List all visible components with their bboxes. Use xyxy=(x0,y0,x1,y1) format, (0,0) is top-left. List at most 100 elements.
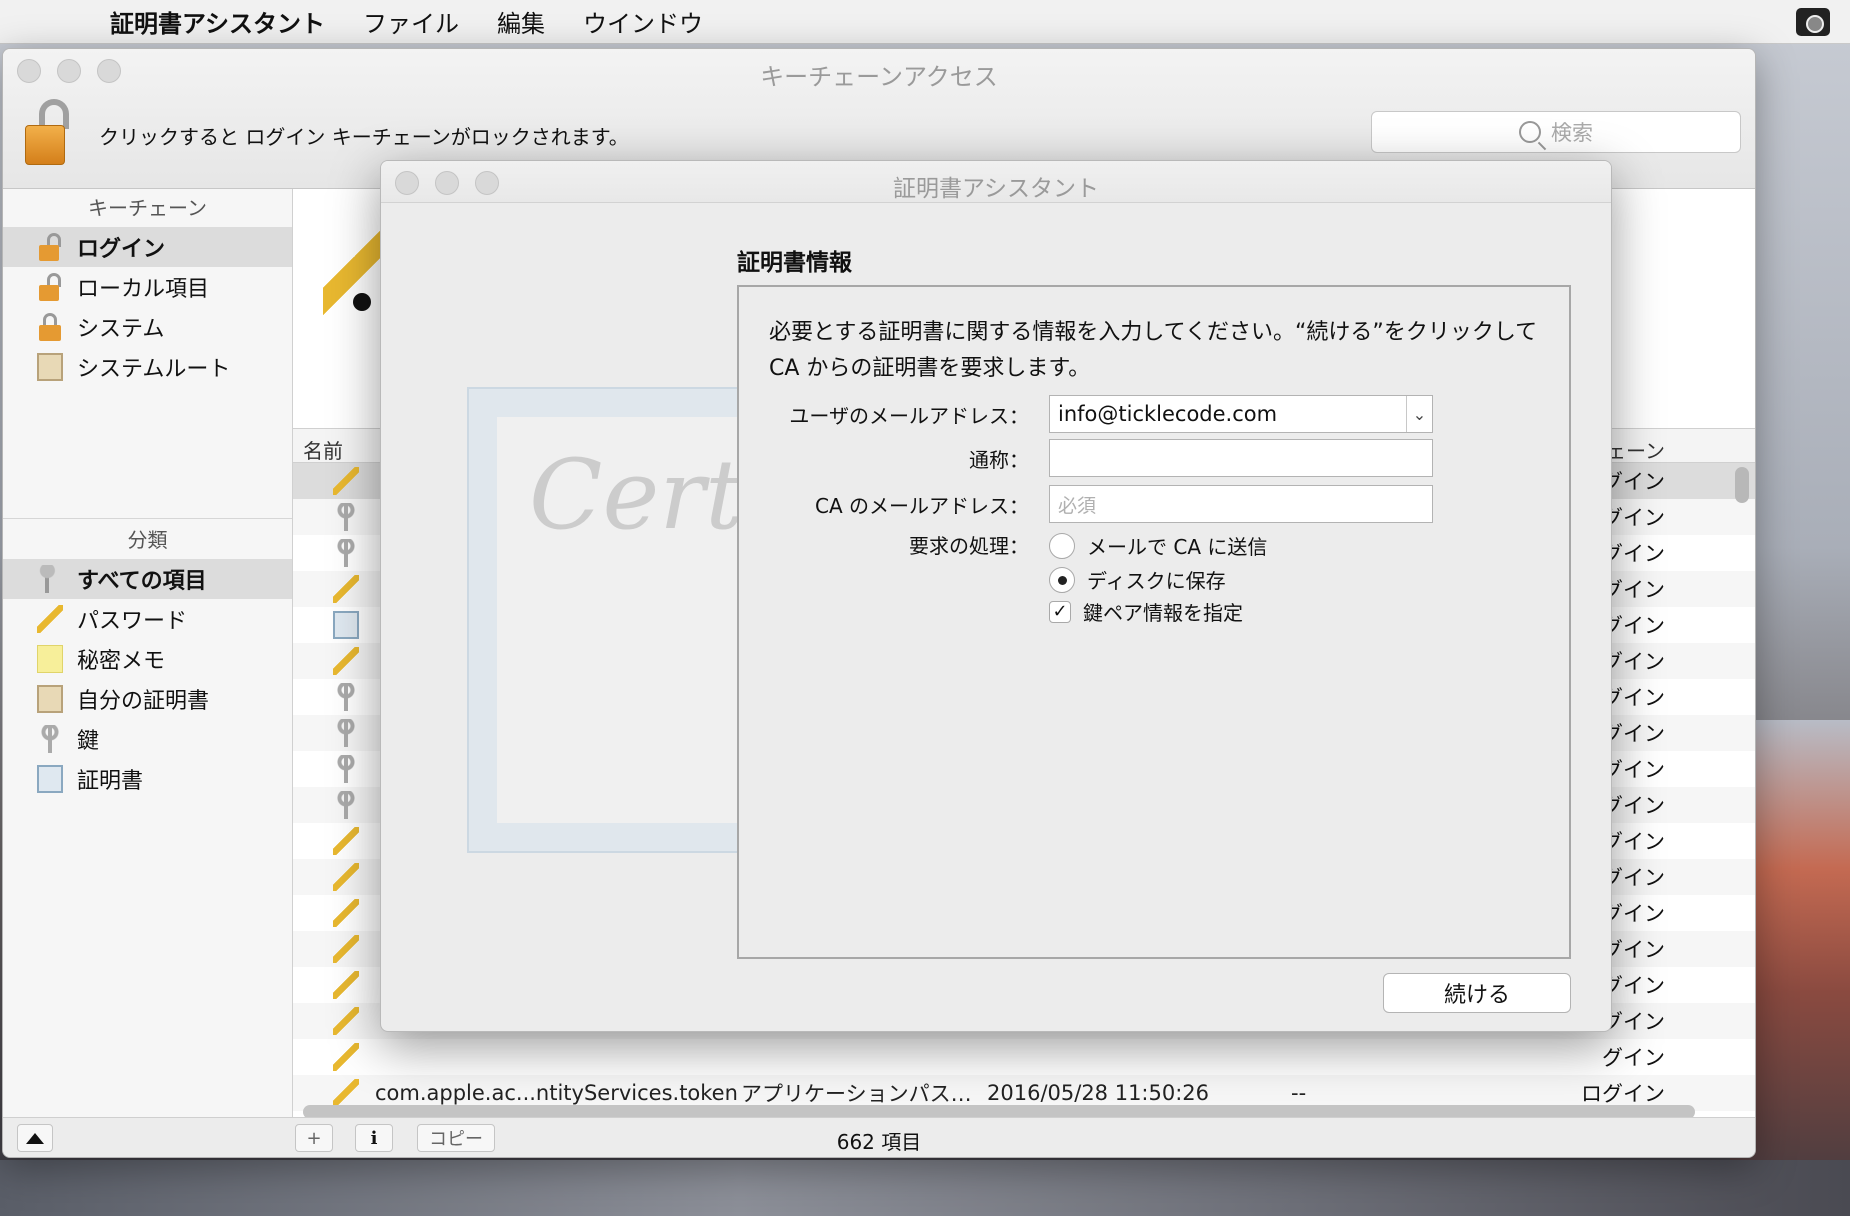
column-name[interactable]: 名前 xyxy=(303,435,343,464)
certificate-icon xyxy=(37,765,63,793)
row-name: com.apple.ac...ntityServices.token xyxy=(375,1081,738,1105)
continue-label: 続ける xyxy=(1443,983,1510,1008)
pencil-icon xyxy=(333,899,359,927)
menu-bar: 証明書アシスタント ファイル 編集 ウインドウ xyxy=(0,0,1850,44)
request-label: 要求の処理： xyxy=(909,533,1029,558)
row-keychain: ログイン xyxy=(1581,1082,1665,1106)
keys-icon xyxy=(37,565,63,593)
continue-button[interactable]: 続ける xyxy=(1383,973,1571,1013)
radio-button-selected[interactable] xyxy=(1049,566,1075,593)
dialog-titlebar: 証明書アシスタント xyxy=(381,161,1611,203)
pencil-icon xyxy=(333,863,359,891)
sidebar-item-login[interactable]: ログイン xyxy=(3,227,292,267)
email-row: ユーザのメールアドレス： info@ticklecode.com ⌄ xyxy=(739,395,1569,433)
radio-email-label: メールで CA に送信 xyxy=(1087,535,1268,559)
row-date: 2016/05/28 11:50:26 xyxy=(987,1081,1210,1105)
apple-menu-icon[interactable] xyxy=(40,4,76,40)
certificate-folder-icon xyxy=(37,353,63,381)
sidebar-item-all-items[interactable]: すべての項目 xyxy=(3,559,292,599)
key-icon xyxy=(333,503,359,531)
instructions-text: 必要とする証明書に関する情報を入力してください。“続ける”をクリックして CA … xyxy=(769,320,1538,381)
note-icon xyxy=(37,645,63,673)
key-icon xyxy=(333,539,359,567)
pencil-icon xyxy=(333,575,359,603)
sidebar-item-label: 秘密メモ xyxy=(77,649,166,674)
lock-open-icon xyxy=(37,233,63,261)
common-name-label: 通称： xyxy=(969,447,1029,472)
key-icon xyxy=(333,791,359,819)
common-name-field[interactable] xyxy=(1049,439,1433,477)
keychains-header: キーチェーン xyxy=(88,196,207,220)
menu-edit[interactable]: 編集 xyxy=(497,4,545,39)
my-certificate-icon xyxy=(37,685,63,713)
menu-app-name[interactable]: 証明書アシスタント xyxy=(110,4,325,39)
search-icon xyxy=(1519,121,1541,143)
sidebar-item-label: ログイン xyxy=(77,237,166,262)
sidebar-item-keys[interactable]: 鍵 xyxy=(3,719,292,759)
dialog-heading: 証明書情報 xyxy=(737,250,852,276)
vertical-scrollbar[interactable] xyxy=(1735,467,1749,503)
email-label: ユーザのメールアドレス： xyxy=(789,403,1029,428)
item-count: 662 項目 xyxy=(836,1130,922,1154)
certificate-icon xyxy=(333,611,359,639)
table-row[interactable]: グイン xyxy=(293,1039,1755,1075)
sidebar-item-secure-notes[interactable]: 秘密メモ xyxy=(3,639,292,679)
sidebar-item-certificates[interactable]: 証明書 xyxy=(3,759,292,799)
menu-window[interactable]: ウインドウ xyxy=(583,4,703,39)
radio-disk-label: ディスクに保存 xyxy=(1087,569,1226,593)
radio-button[interactable] xyxy=(1049,532,1075,559)
pencil-icon xyxy=(333,935,359,963)
sidebar-item-system-roots[interactable]: システムルート xyxy=(3,347,292,387)
pencil-badge-icon xyxy=(353,293,371,311)
pencil-icon xyxy=(333,467,359,495)
row-kind: アプリケーションパス… xyxy=(741,1082,972,1106)
ca-email-label: CA のメールアドレス： xyxy=(814,493,1029,518)
sidebar-item-passwords[interactable]: パスワード xyxy=(3,599,292,639)
radio-email-to-ca[interactable]: メールで CA に送信 xyxy=(1049,531,1267,560)
sidebar: キーチェーン ログイン ローカル項目 システム システムルート 分類 すべての項… xyxy=(3,189,293,1119)
row-keychain: グイン xyxy=(1602,1046,1665,1070)
pencil-icon xyxy=(333,1043,359,1071)
chevron-down-icon[interactable]: ⌄ xyxy=(1406,396,1432,432)
key-icon xyxy=(333,683,359,711)
sidebar-item-label: 自分の証明書 xyxy=(77,689,210,714)
sidebar-item-label: 鍵 xyxy=(77,729,100,754)
checkmark-icon[interactable]: ✓ xyxy=(1049,600,1071,623)
radio-save-to-disk[interactable]: ディスクに保存 xyxy=(1049,565,1226,594)
checkbox-specify-keypair[interactable]: ✓ 鍵ペア情報を指定 xyxy=(1049,597,1243,626)
certificate-assistant-dialog: 証明書アシスタント Certificate 証明書情報 必要とする証明書に関する… xyxy=(380,160,1612,1032)
pencil-icon xyxy=(333,1007,359,1035)
keychain-lock-icon[interactable] xyxy=(25,99,73,165)
menu-file[interactable]: ファイル xyxy=(363,4,459,39)
desktop-wallpaper-bottom xyxy=(0,1160,1850,1216)
pencil-icon xyxy=(37,605,63,633)
ca-email-placeholder: 必須 xyxy=(1058,494,1097,517)
key-icon xyxy=(37,725,63,753)
sidebar-item-label: システム xyxy=(77,317,165,342)
sidebar-item-system[interactable]: システム xyxy=(3,307,292,347)
sidebar-item-label: すべての項目 xyxy=(77,569,207,594)
search-field[interactable]: 検索 xyxy=(1371,111,1741,153)
user-email-combobox[interactable]: info@ticklecode.com ⌄ xyxy=(1049,395,1433,433)
key-icon xyxy=(333,719,359,747)
window-title: キーチェーンアクセス xyxy=(760,63,998,91)
lock-open-icon xyxy=(37,273,63,301)
pencil-icon xyxy=(333,647,359,675)
sidebar-item-local-items[interactable]: ローカル項目 xyxy=(3,267,292,307)
lock-icon xyxy=(37,313,63,341)
camera-status-icon[interactable] xyxy=(1796,8,1830,36)
category-header: 分類 xyxy=(127,528,168,552)
ca-email-field[interactable]: 必須 xyxy=(1049,485,1433,523)
ca-email-row: CA のメールアドレス： 必須 xyxy=(739,485,1569,523)
lock-message: クリックすると ログイン キーチェーンがロックされます。 xyxy=(99,125,629,149)
search-placeholder: 検索 xyxy=(1551,121,1593,145)
sidebar-item-label: システムルート xyxy=(77,357,231,382)
request-row: 要求の処理： メールで CA に送信 xyxy=(739,525,1569,563)
sidebar-divider xyxy=(3,387,292,519)
sidebar-item-my-certificates[interactable]: 自分の証明書 xyxy=(3,679,292,719)
common-name-row: 通称： xyxy=(739,439,1569,477)
form-panel: 必要とする証明書に関する情報を入力してください。“続ける”をクリックして CA … xyxy=(737,285,1571,959)
user-email-value: info@ticklecode.com xyxy=(1058,402,1278,426)
sidebar-item-label: パスワード xyxy=(77,609,188,634)
row-expires: -- xyxy=(1291,1081,1307,1105)
